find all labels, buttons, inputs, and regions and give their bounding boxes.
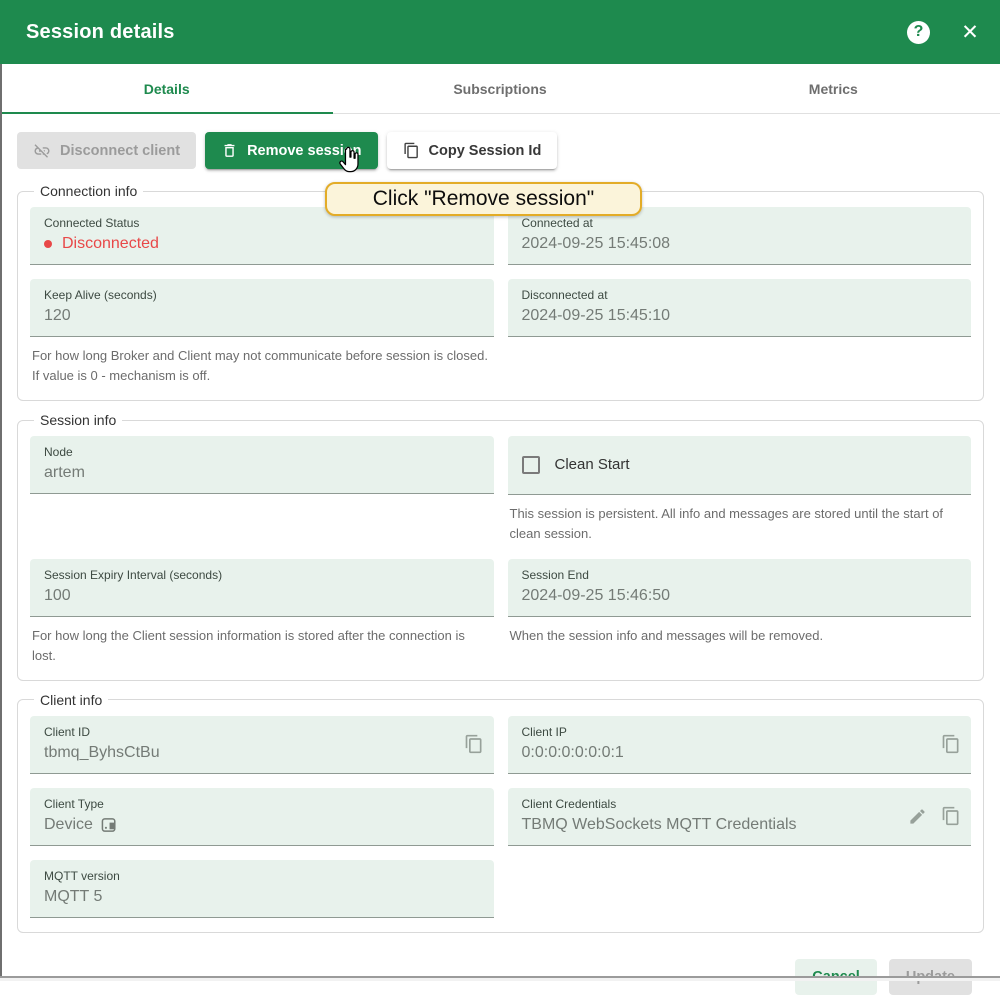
- session-expiry-hint: For how long the Client session informat…: [30, 626, 490, 666]
- tab-bar: Details Subscriptions Metrics: [0, 64, 1000, 114]
- client-ip-field: Client IP 0:0:0:0:0:0:0:1: [508, 716, 972, 774]
- edit-icon[interactable]: [908, 807, 927, 826]
- cursor-pointer-icon: [337, 146, 364, 175]
- link-off-icon: [33, 142, 51, 160]
- field-label: Session Expiry Interval (seconds): [44, 568, 480, 582]
- keep-alive-field: Keep Alive (seconds) 120: [30, 279, 494, 337]
- page-edge-divider: [0, 64, 2, 977]
- connection-info-legend: Connection info: [34, 183, 143, 199]
- tab-metrics[interactable]: Metrics: [667, 64, 1000, 113]
- field-label: Client Type: [44, 797, 480, 811]
- field-label: Client IP: [522, 725, 958, 739]
- client-credentials-field: Client Credentials TBMQ WebSockets MQTT …: [508, 788, 972, 846]
- client-id-field: Client ID tbmq_ByhsCtBu: [30, 716, 494, 774]
- trash-icon: [221, 142, 238, 159]
- session-end-field: Session End 2024-09-25 15:46:50: [508, 559, 972, 617]
- field-label: Disconnected at: [522, 288, 958, 302]
- dialog-footer: Cancel Update: [17, 933, 984, 995]
- session-end-hint: When the session info and messages will …: [508, 626, 968, 646]
- disconnected-at-field: Disconnected at 2024-09-25 15:45:10: [508, 279, 972, 337]
- field-label: MQTT version: [44, 869, 480, 883]
- field-label: Connected at: [522, 216, 958, 230]
- clean-start-checkbox[interactable]: [522, 456, 540, 474]
- dialog-header: Session details ? ✕: [0, 0, 1000, 64]
- clean-start-label: Clean Start: [555, 456, 630, 473]
- tutorial-tooltip: Click "Remove session": [325, 182, 642, 216]
- tab-subscriptions[interactable]: Subscriptions: [333, 64, 666, 113]
- client-info-section: Client info Client ID tbmq_ByhsCtBu Clie…: [17, 692, 984, 933]
- close-icon[interactable]: ✕: [958, 20, 982, 45]
- client-type-field: Client Type Device: [30, 788, 494, 846]
- mqtt-version-field: MQTT version MQTT 5: [30, 860, 494, 918]
- clean-start-hint: This session is persistent. All info and…: [508, 504, 968, 544]
- field-label: Client Credentials: [522, 797, 958, 811]
- session-info-section: Session info Node artem Clean Start This…: [17, 412, 984, 681]
- field-label: Node: [44, 445, 480, 459]
- session-expiry-field: Session Expiry Interval (seconds) 100: [30, 559, 494, 617]
- field-label: Client ID: [44, 725, 480, 739]
- keep-alive-hint: For how long Broker and Client may not c…: [30, 346, 490, 386]
- disconnect-client-button[interactable]: Disconnect client: [17, 132, 196, 169]
- field-label: Keep Alive (seconds): [44, 288, 480, 302]
- node-field: Node artem: [30, 436, 494, 494]
- clean-start-field: Clean Start: [508, 436, 972, 495]
- help-icon[interactable]: ?: [907, 21, 930, 44]
- copy-icon: [403, 142, 420, 159]
- connected-status-value: Disconnected: [44, 235, 480, 253]
- dialog-content: Disconnect client Remove session Copy Se…: [0, 114, 1000, 995]
- copy-icon[interactable]: [941, 806, 961, 826]
- toolbar: Disconnect client Remove session Copy Se…: [17, 132, 984, 169]
- field-label: Connected Status: [44, 216, 480, 230]
- copy-icon[interactable]: [464, 734, 484, 754]
- tab-details[interactable]: Details: [0, 64, 333, 113]
- help-glyph: ?: [914, 23, 924, 41]
- field-label: Session End: [522, 568, 958, 582]
- dialog-title: Session details: [26, 21, 907, 44]
- session-info-legend: Session info: [34, 412, 122, 428]
- copy-session-id-button[interactable]: Copy Session Id: [387, 132, 558, 169]
- copy-icon[interactable]: [941, 734, 961, 754]
- client-info-legend: Client info: [34, 692, 108, 708]
- status-dot: [44, 240, 52, 248]
- device-icon: [101, 817, 120, 833]
